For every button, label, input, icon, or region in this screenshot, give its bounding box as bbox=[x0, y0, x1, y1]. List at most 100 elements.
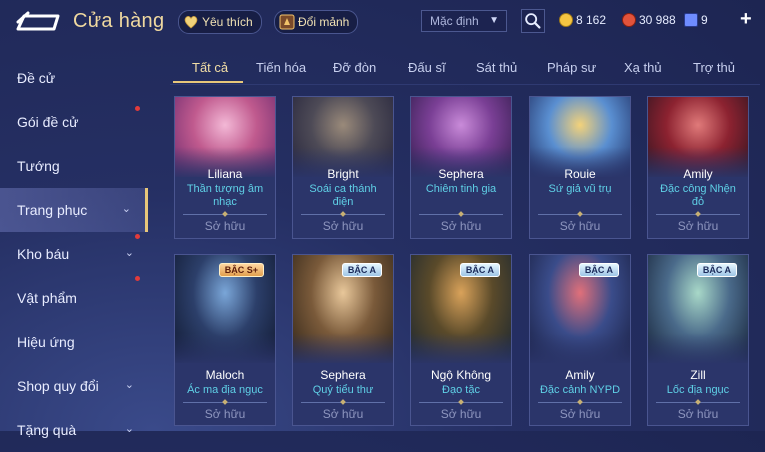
heart-icon bbox=[183, 14, 199, 30]
sidebar-item-treasure[interactable]: Kho báu ⌄ bbox=[0, 232, 148, 276]
tab-support[interactable]: Trợ thủ bbox=[693, 60, 735, 75]
owned-label: Sở hữu bbox=[440, 219, 482, 233]
rank-badge: BẬC A bbox=[696, 263, 737, 277]
notification-dot bbox=[135, 276, 140, 281]
tab-assassin[interactable]: Sát thủ bbox=[476, 60, 517, 75]
skin-name: Quý tiểu thư bbox=[312, 384, 374, 396]
skin-card[interactable]: Bright Soái ca thánh điện Sở hữu bbox=[292, 96, 394, 239]
card-divider bbox=[301, 402, 385, 403]
card-divider bbox=[301, 214, 385, 215]
sidebar-item-exchange-shop[interactable]: Shop quy đổi ⌄ bbox=[0, 364, 148, 408]
tab-evolution[interactable]: Tiến hóa bbox=[256, 60, 306, 75]
skin-card[interactable]: Liliana Thần tượng âm nhạc Sở hữu bbox=[174, 96, 276, 239]
skin-card[interactable]: BẬC A Amily Đặc cảnh NYPD Sở hữu bbox=[529, 254, 631, 426]
card-divider bbox=[538, 402, 622, 403]
art-fade bbox=[411, 333, 511, 365]
category-tabs: Tất cả Tiến hóa Đỡ đòn Đấu sĩ Sát thủ Ph… bbox=[170, 54, 760, 85]
owned-label: Sở hữu bbox=[559, 219, 601, 233]
sidebar-item-recommended-packs[interactable]: Gói đề cử bbox=[0, 100, 148, 144]
tab-marksman[interactable]: Xạ thủ bbox=[624, 60, 662, 75]
sidebar-item-effects[interactable]: Hiệu ứng bbox=[0, 320, 148, 364]
voucher-value: 9 bbox=[701, 13, 708, 27]
skin-name: Soái ca thánh điện bbox=[309, 183, 377, 208]
skin-card[interactable]: Sephera Chiêm tinh gia Sở hữu bbox=[410, 96, 512, 239]
sidebar-item-heroes[interactable]: Tướng bbox=[0, 144, 148, 188]
sidebar-item-label: Đề cử bbox=[17, 70, 56, 86]
exchange-label: Đổi mảnh bbox=[298, 15, 350, 29]
card-divider bbox=[183, 402, 267, 403]
sidebar-item-label: Trang phục bbox=[17, 202, 88, 218]
sort-selected-value: Mặc định bbox=[430, 14, 479, 28]
sidebar: Đề cử Gói đề cử Tướng Trang phục ⌄ Kho b… bbox=[0, 56, 148, 452]
search-button[interactable] bbox=[521, 9, 545, 33]
hero-name: Rouie bbox=[564, 167, 596, 181]
notification-dot bbox=[135, 106, 140, 111]
sidebar-item-gifts[interactable]: Tặng quà ⌄ bbox=[0, 408, 148, 452]
owned-label: Sở hữu bbox=[440, 407, 482, 421]
hero-name: Ngộ Không bbox=[430, 368, 492, 382]
skin-name: Sứ giả vũ trụ bbox=[548, 183, 612, 195]
rank-badge: BẬC A bbox=[341, 263, 382, 277]
fragment-icon bbox=[279, 14, 295, 30]
art-fade bbox=[648, 333, 748, 365]
skin-card[interactable]: Amily Đặc công Nhện đỏ Sở hữu bbox=[647, 96, 749, 239]
red-gem-value: 30 988 bbox=[639, 13, 676, 27]
rank-badge: BẬC S+ bbox=[218, 263, 264, 277]
hero-name: Liliana bbox=[207, 167, 243, 181]
gold-coin-balance: 8 162 bbox=[559, 13, 606, 27]
sidebar-item-recommended[interactable]: Đề cử bbox=[0, 56, 148, 100]
skin-name: Thần tượng âm nhạc bbox=[186, 183, 264, 208]
owned-label: Sở hữu bbox=[204, 219, 246, 233]
skin-card[interactable]: BẬC S+ Maloch Ác ma địa ngục Sở hữu bbox=[174, 254, 276, 426]
favorites-label: Yêu thích bbox=[202, 15, 253, 29]
add-currency-button[interactable]: + bbox=[740, 8, 752, 31]
voucher-balance: 9 bbox=[684, 13, 708, 27]
favorites-button[interactable]: Yêu thích bbox=[178, 10, 262, 34]
owned-label: Sở hữu bbox=[322, 219, 364, 233]
owned-label: Sở hữu bbox=[204, 407, 246, 421]
chevron-down-icon: ⌄ bbox=[124, 423, 134, 435]
back-arrow-icon[interactable] bbox=[14, 10, 60, 34]
hero-name: Maloch bbox=[205, 368, 245, 382]
hero-name: Sephera bbox=[320, 368, 366, 382]
skin-card[interactable]: BẬC A Ngộ Không Đạo tặc Sở hữu bbox=[410, 254, 512, 426]
red-gem-icon bbox=[622, 13, 636, 27]
art-fade bbox=[175, 333, 275, 365]
sidebar-item-skins[interactable]: Trang phục ⌄ bbox=[0, 188, 148, 232]
sort-select[interactable]: Mặc định ▼ bbox=[421, 10, 507, 32]
skin-card[interactable]: BẬC A Zill Lốc địa ngục Sở hữu bbox=[647, 254, 749, 426]
red-gem-balance: 30 988 bbox=[622, 13, 676, 27]
gold-coin-icon bbox=[559, 13, 573, 27]
sidebar-item-label: Shop quy đổi bbox=[17, 378, 99, 394]
owned-label: Sở hữu bbox=[677, 219, 719, 233]
skin-name: Đặc cảnh NYPD bbox=[539, 384, 621, 396]
sidebar-item-items[interactable]: Vật phẩm bbox=[0, 276, 148, 320]
card-divider bbox=[538, 214, 622, 215]
tab-all[interactable]: Tất cả bbox=[192, 60, 228, 75]
hero-name: Zill bbox=[690, 368, 706, 382]
art-fade bbox=[530, 333, 630, 365]
tab-mage[interactable]: Pháp sư bbox=[547, 60, 596, 75]
active-tab-indicator bbox=[173, 81, 243, 83]
sidebar-item-label: Kho báu bbox=[17, 246, 70, 262]
sidebar-item-label: Tặng quà bbox=[17, 422, 77, 438]
card-divider bbox=[419, 402, 503, 403]
card-divider bbox=[656, 402, 740, 403]
skin-name: Chiêm tinh gia bbox=[425, 183, 497, 195]
search-icon bbox=[525, 13, 541, 29]
skin-card[interactable]: BẬC A Sephera Quý tiểu thư Sở hữu bbox=[292, 254, 394, 426]
skin-card[interactable]: Rouie Sứ giả vũ trụ Sở hữu bbox=[529, 96, 631, 239]
sidebar-item-label: Tướng bbox=[17, 158, 60, 174]
notification-dot bbox=[135, 234, 140, 239]
hero-name: Amily bbox=[683, 167, 713, 181]
sidebar-item-label: Vật phẩm bbox=[17, 290, 77, 306]
tab-fighter[interactable]: Đấu sĩ bbox=[408, 60, 446, 75]
chevron-down-icon: ⌄ bbox=[121, 203, 131, 215]
exchange-button[interactable]: Đổi mảnh bbox=[274, 10, 359, 34]
skin-name: Lốc địa ngục bbox=[666, 384, 730, 396]
skin-name: Đạo tặc bbox=[442, 384, 480, 396]
chevron-down-icon: ⌄ bbox=[124, 379, 134, 391]
rank-badge: BẬC A bbox=[578, 263, 619, 277]
sidebar-item-label: Gói đề cử bbox=[17, 114, 79, 130]
tab-tank[interactable]: Đỡ đòn bbox=[333, 60, 376, 75]
